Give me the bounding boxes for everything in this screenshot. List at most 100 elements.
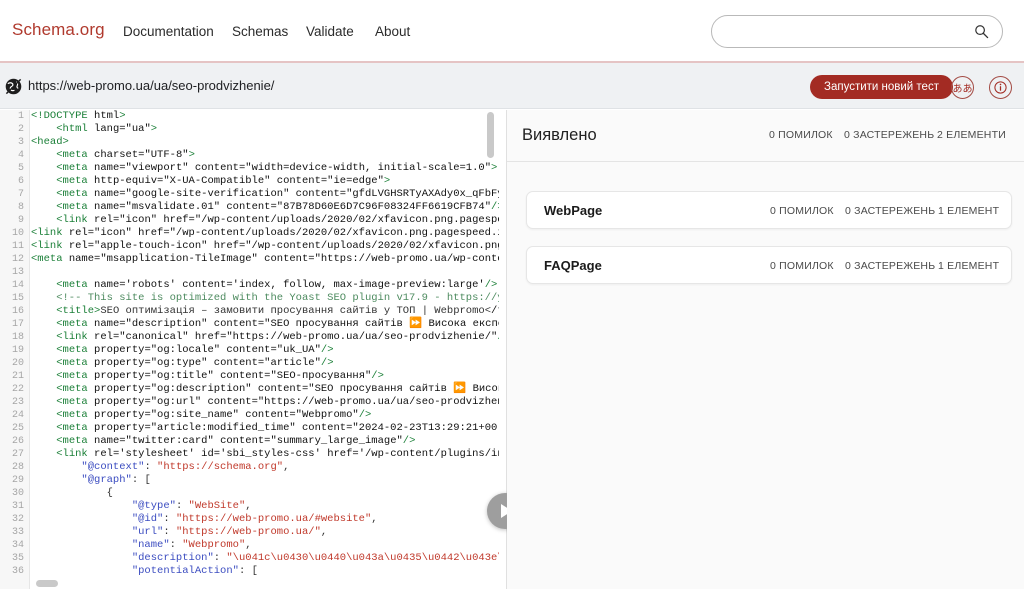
result-card-faqpage[interactable]: FAQPage 0 ПОМИЛОК 0 ЗАСТЕРЕЖЕНЬ 1 ЕЛЕМЕН… (526, 246, 1012, 284)
run-new-test-button[interactable]: Запустити новий тест (810, 75, 953, 99)
code-line: "@id": "https://web-promo.ua/#website", (31, 513, 499, 526)
result-card-item-count: 1 ЕЛЕМЕНТ (938, 205, 999, 217)
code-line: <meta name="twitter:card" content="summa… (31, 435, 499, 448)
line-number: 29 (0, 474, 29, 487)
code-line: { (31, 487, 499, 500)
line-number: 5 (0, 162, 29, 175)
result-card-title: FAQPage (544, 258, 602, 273)
code-line: <link rel="canonical" href="https://web-… (31, 331, 499, 344)
line-number: 33 (0, 526, 29, 539)
code-line: <title>SEO оптимізація – замовити просув… (31, 305, 499, 318)
result-card-webpage[interactable]: WebPage 0 ПОМИЛОК 0 ЗАСТЕРЕЖЕНЬ 1 ЕЛЕМЕН… (526, 191, 1012, 229)
line-number: 19 (0, 344, 29, 357)
line-number: 17 (0, 318, 29, 331)
code-line: <!DOCTYPE html> (31, 110, 499, 123)
line-number: 13 (0, 266, 29, 279)
info-icon-glyph (992, 79, 1009, 96)
site-logo-schema-org[interactable]: Schema.org (12, 20, 105, 40)
line-number: 22 (0, 383, 29, 396)
nav-validate[interactable]: Validate (306, 24, 354, 39)
line-number: 20 (0, 357, 29, 370)
code-line: "@context": "https://schema.org", (31, 461, 499, 474)
code-line: <!-- This site is optimized with the Yoa… (31, 292, 499, 305)
line-number: 10 (0, 227, 29, 240)
line-number: 3 (0, 136, 29, 149)
line-number: 18 (0, 331, 29, 344)
code-line: <meta property="og:title" content="SEO-п… (31, 370, 499, 383)
line-number: 12 (0, 253, 29, 266)
result-card-warning-count: 0 ЗАСТЕРЕЖЕНЬ (845, 205, 935, 217)
line-number: 1 (0, 110, 29, 123)
nav-about[interactable]: About (375, 24, 410, 39)
line-number: 4 (0, 149, 29, 162)
code-line: <meta property="og:type" content="articl… (31, 357, 499, 370)
line-number: 15 (0, 292, 29, 305)
code-line: <meta name="description" content="SEO пр… (31, 318, 499, 331)
line-number: 21 (0, 370, 29, 383)
line-number: 14 (0, 279, 29, 292)
nav-documentation[interactable]: Documentation (123, 24, 214, 39)
code-content[interactable]: <!DOCTYPE html> <html lang="ua"><head> <… (31, 110, 499, 589)
language-icon[interactable]: ああ (951, 76, 974, 99)
code-line: "potentialAction": [ (31, 565, 499, 578)
result-card-warning-count: 0 ЗАСТЕРЕЖЕНЬ (845, 260, 935, 272)
code-line: "name": "Webpromo", (31, 539, 499, 552)
code-line: "description": "\u041c\u0430\u0440\u043a… (31, 552, 499, 565)
line-number: 36 (0, 565, 29, 578)
code-line: <meta property="og:site_name" content="W… (31, 409, 499, 422)
code-line: <link rel="icon" href="/wp-content/uploa… (31, 227, 499, 240)
line-number: 2 (0, 123, 29, 136)
line-number: 28 (0, 461, 29, 474)
globe-icon (4, 77, 23, 96)
line-number: 8 (0, 201, 29, 214)
info-icon[interactable] (989, 76, 1012, 99)
line-number: 16 (0, 305, 29, 318)
search-icon[interactable] (974, 24, 989, 39)
line-number: 23 (0, 396, 29, 409)
search-input[interactable] (726, 16, 971, 47)
line-number: 30 (0, 487, 29, 500)
code-line: "@type": "WebSite", (31, 500, 499, 513)
code-line: "url": "https://web-promo.ua/", (31, 526, 499, 539)
result-card-error-count: 0 ПОМИЛОК (770, 205, 834, 217)
code-line: <meta name="google-site-verification" co… (31, 188, 499, 201)
url-text: https://web-promo.ua/ua/seo-prodvizhenie… (28, 78, 274, 93)
code-line: <meta http-equiv="X-UA-Compatible" conte… (31, 175, 499, 188)
code-line: <link rel='stylesheet' id='sbi_styles-cs… (31, 448, 499, 461)
header-warning-count: 0 ЗАСТЕРЕЖЕНЬ (844, 129, 934, 141)
line-number: 9 (0, 214, 29, 227)
line-number: 34 (0, 539, 29, 552)
code-line: <meta charset="UTF-8"> (31, 149, 499, 162)
line-number: 26 (0, 435, 29, 448)
code-vertical-scrollbar-thumb[interactable] (487, 112, 494, 158)
code-line: <meta name="viewport" content="width=dev… (31, 162, 499, 175)
code-line: <meta name="msvalidate.01" content="87B7… (31, 201, 499, 214)
results-panel-title: Виявлено (522, 126, 597, 145)
top-navigation-bar: Schema.org Documentation Schemas Validat… (0, 0, 1024, 63)
code-line (31, 266, 499, 279)
code-line: <link rel="apple-touch-icon" href="/wp-c… (31, 240, 499, 253)
code-line: <meta name="msapplication-TileImage" con… (31, 253, 499, 266)
result-card-item-count: 1 ЕЛЕМЕНТ (938, 260, 999, 272)
code-line: <meta property="og:description" content=… (31, 383, 499, 396)
code-horizontal-scrollbar-thumb[interactable] (36, 580, 58, 587)
code-line: <meta name='robots' content='index, foll… (31, 279, 499, 292)
code-line: <head> (31, 136, 499, 149)
header-item-count: 2 ЕЛЕМЕНТИ (937, 129, 1006, 141)
line-number: 24 (0, 409, 29, 422)
line-number: 32 (0, 513, 29, 526)
language-icon-glyph: ああ (953, 80, 973, 95)
nav-schemas[interactable]: Schemas (232, 24, 288, 39)
html-source-code-panel[interactable]: 1234567891011121314151617181920212223242… (0, 110, 506, 589)
search-box[interactable] (711, 15, 1003, 48)
detected-results-panel: Виявлено 0 ПОМИЛОК 0 ЗАСТЕРЕЖЕНЬ 2 ЕЛЕМЕ… (507, 110, 1024, 589)
line-number: 11 (0, 240, 29, 253)
result-card-title: WebPage (544, 203, 602, 218)
code-line: <meta property="og:locale" content="uk_U… (31, 344, 499, 357)
code-line: <html lang="ua"> (31, 123, 499, 136)
result-card-error-count: 0 ПОМИЛОК (770, 260, 834, 272)
line-number: 35 (0, 552, 29, 565)
code-line: "@graph": [ (31, 474, 499, 487)
line-number: 6 (0, 175, 29, 188)
line-number: 25 (0, 422, 29, 435)
